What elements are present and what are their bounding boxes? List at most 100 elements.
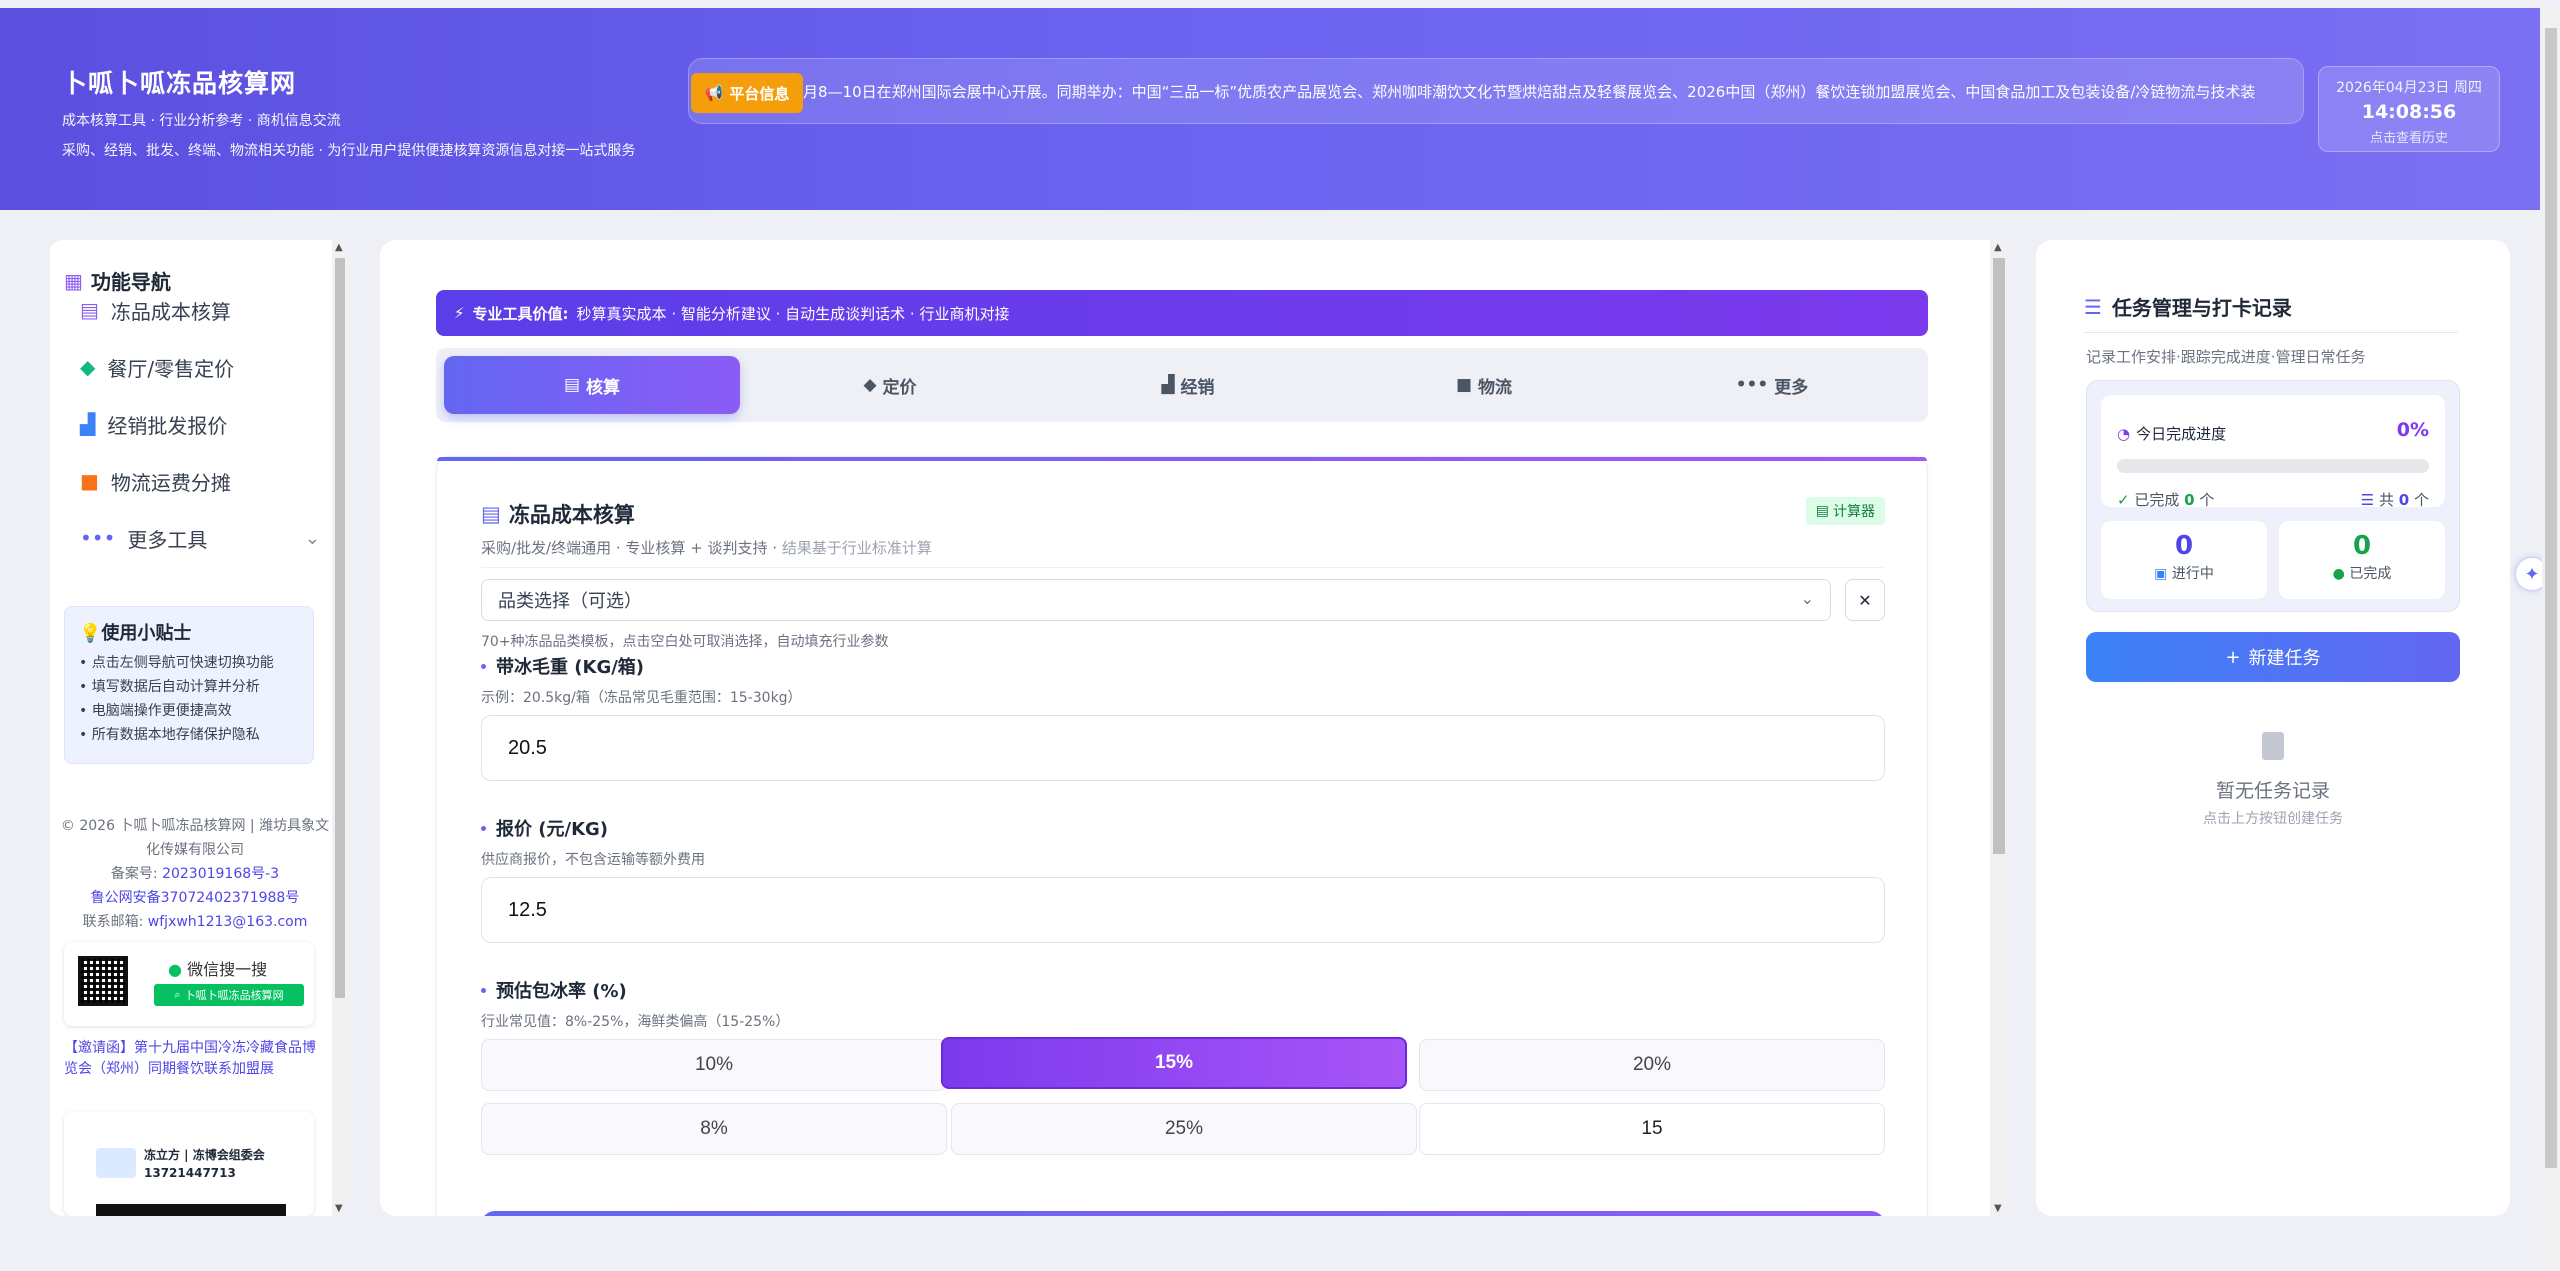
new-task-label: 新建任务 — [2248, 648, 2321, 669]
divider — [2084, 332, 2458, 333]
tab-more[interactable]: ••• 更多 — [1624, 356, 1920, 414]
ice-option-10[interactable]: 10% — [481, 1039, 947, 1091]
calculate-button[interactable] — [481, 1211, 1885, 1216]
email-link[interactable]: wfjxwh1213@163.com — [148, 914, 308, 930]
tips-title: 💡使用小贴士 — [79, 619, 299, 645]
tab-wholesale[interactable]: ▟ 经销 — [1040, 356, 1336, 414]
pie-chart-icon: ◔ — [2117, 424, 2131, 443]
scroll-up-icon[interactable]: ▲ — [335, 242, 343, 253]
ice-option-15[interactable]: 15% — [941, 1037, 1407, 1089]
ticker-badge: 📢 平台信息 — [691, 73, 803, 113]
history-link[interactable]: 点击查看历史 — [2319, 127, 2499, 146]
announcement-ticker[interactable]: 📢 平台信息 月8—10日在郑州国际会展中心开展。同期举办：中国“三品一标”优质… — [688, 58, 2304, 124]
site-title[interactable]: 卜呱卜呱冻品核算网 — [62, 64, 635, 100]
sidebar-scrollbar[interactable]: ▲ ▼ — [332, 240, 348, 1216]
sidebar-item-label: 冻品成本核算 — [110, 299, 231, 324]
tab-logistics[interactable]: ■ 物流 — [1336, 356, 1632, 414]
ticker-badge-label: 平台信息 — [729, 84, 790, 103]
close-icon: ✕ — [1858, 590, 1872, 610]
current-date: 2026年04月23日 周四 — [2336, 80, 2482, 96]
tab-label: 经销 — [1180, 377, 1215, 398]
date-box[interactable]: 2026年04月23日 周四 14:08:56 点击查看历史 — [2318, 66, 2500, 152]
sparkle-icon: ✦ — [2524, 563, 2540, 585]
task-panel-subtitle: 记录工作安排·跟踪完成进度·管理日常任务 — [2086, 348, 2366, 366]
icp-label: 备案号: — [110, 866, 158, 882]
weight-label-text: 带冰毛重 (KG/箱) — [496, 657, 645, 678]
lightbulb-icon: 💡 — [79, 623, 102, 644]
tag-icon: ◆ — [80, 355, 96, 379]
ice-option-25[interactable]: 25% — [951, 1103, 1417, 1155]
wechat-search-box[interactable]: ⌕ 卜呱卜呱冻品核算网 — [154, 984, 304, 1006]
ticker-text[interactable]: 月8—10日在郑州国际会展中心开展。同期举办：中国“三品一标”优质农产品展览会、… — [803, 81, 2255, 102]
completed-count: 0 — [2352, 531, 2372, 561]
icp-link[interactable]: 2023019168号-3 — [162, 866, 279, 882]
category-select[interactable]: 品类选择（可选） ⌄ — [481, 579, 1831, 621]
clear-category-button[interactable]: ✕ — [1845, 579, 1885, 621]
copyright: © 2026 卜呱卜呱冻品核算网 | 潍坊具象文化传媒有限公司 — [60, 818, 330, 858]
wechat-card[interactable]: ● 微信搜一搜 ⌕ 卜呱卜呱冻品核算网 — [64, 942, 314, 1026]
calculator-icon: ▤ — [1815, 503, 1829, 519]
wechat-icon: ● — [168, 960, 182, 979]
tab-pricing[interactable]: ◆ 定价 — [742, 356, 1038, 414]
main-scrollbar[interactable]: ▲ ▼ — [1990, 240, 2008, 1216]
scroll-up-icon[interactable]: ▲ — [1994, 242, 2002, 253]
price-input[interactable]: 12.5 — [481, 877, 1885, 943]
police-link[interactable]: 鲁公网安备37072402371988号 — [60, 886, 330, 910]
total-count: ☰ 共 0 个 — [2361, 489, 2429, 510]
tool-tabs: ▤ 核算 ◆ 定价 ▟ 经销 ■ 物流 ••• 更多 — [436, 348, 1928, 422]
page-scroll-thumb[interactable] — [2545, 28, 2557, 1168]
card-subtitle-main: 采购/批发/终端通用 · 专业核算 + 谈判支持 · — [481, 539, 782, 557]
icp-line: 备案号: 2023019168号-3 — [60, 862, 330, 886]
sidebar-item-label: 经销批发报价 — [107, 413, 228, 438]
scroll-down-icon[interactable]: ▼ — [1994, 1203, 2002, 1214]
sidebar: ▦ 功能导航 ▤ 冻品成本核算 ◆ 餐厅/零售定价 ▟ 经销批发报价 ■ 物流运… — [50, 240, 348, 1216]
completed-label: ● 已完成 — [2279, 563, 2445, 583]
sidebar-item-label: 餐厅/零售定价 — [107, 356, 235, 381]
completed-label-text: 已完成 — [2349, 566, 2392, 582]
ongoing-stat: 0 ▣ 进行中 — [2101, 521, 2267, 599]
ice-custom-input[interactable]: 15 — [1419, 1103, 1885, 1155]
sidebar-item-more[interactable]: ••• 更多工具 ⌄ — [80, 518, 320, 558]
value-banner: ⚡ 专业工具价值: 秒算真实成本 · 智能分析建议 · 自动生成谈判话术 · 行… — [436, 290, 1928, 336]
total-prefix: 共 — [2379, 491, 2399, 509]
done-prefix: 已完成 — [2134, 491, 2185, 509]
sidebar-item-label: 更多工具 — [127, 527, 208, 552]
new-task-button[interactable]: + 新建任务 — [2086, 632, 2460, 682]
check-icon: ✓ — [2117, 491, 2130, 509]
card-title-label: 冻品成本核算 — [508, 503, 635, 527]
sidebar-item-wholesale[interactable]: ▟ 经销批发报价 — [80, 404, 320, 444]
progress-percent: 0% — [2396, 419, 2429, 441]
sidebar-item-pricing[interactable]: ◆ 餐厅/零售定价 — [80, 347, 320, 387]
site-description: 采购、经销、批发、终端、物流相关功能 · 为行业用户提供便捷核算资源信息对接一站… — [62, 143, 636, 159]
sponsor-image — [96, 1204, 286, 1216]
tab-calc[interactable]: ▤ 核算 — [444, 356, 740, 414]
bullet-dot — [481, 663, 486, 669]
ice-option-20[interactable]: 20% — [1419, 1039, 1885, 1091]
invite-link[interactable]: 【邀请函】第十九届中国冷冻冷藏食品博览会（郑州）同期餐饮联系加盟展 — [64, 1038, 318, 1080]
email-label: 联系邮箱: — [82, 914, 144, 930]
banner-strong: 专业工具价值: — [472, 304, 569, 323]
weight-input[interactable]: 20.5 — [481, 715, 1885, 781]
main-scroll-thumb[interactable] — [1993, 258, 2005, 854]
wechat-search-text: 卜呱卜呱冻品核算网 — [184, 989, 284, 1002]
sponsor-logo — [96, 1148, 136, 1178]
sidebar-item-logistics[interactable]: ■ 物流运费分摊 — [80, 461, 320, 501]
tip-item: • 电脑端操作更便捷高效 — [79, 703, 232, 719]
progress-bar — [2117, 459, 2429, 473]
sponsor-card[interactable]: 冻立方 | 冻博会组委会 13721447713 — [64, 1112, 314, 1216]
truck-icon: ■ — [80, 469, 99, 493]
completed-stat: 0 ● 已完成 — [2279, 521, 2445, 599]
ice-option-8[interactable]: 8% — [481, 1103, 947, 1155]
boxes-icon: ▟ — [1161, 375, 1175, 395]
sidebar-item-label: 物流运费分摊 — [110, 470, 231, 495]
scroll-down-icon[interactable]: ▼ — [335, 1203, 343, 1214]
calculator-badge: ▤ 计算器 — [1805, 497, 1885, 525]
tips-title-label: 使用小贴士 — [101, 623, 192, 644]
truck-icon: ■ — [1455, 375, 1473, 395]
tab-label: 物流 — [1478, 377, 1513, 398]
sidebar-scroll-thumb[interactable] — [335, 258, 345, 998]
ellipsis-icon: ••• — [1735, 375, 1769, 395]
card-title: ▤ 冻品成本核算 — [481, 499, 635, 529]
sidebar-item-cost[interactable]: ▤ 冻品成本核算 — [80, 290, 320, 330]
page-scrollbar[interactable] — [2542, 8, 2560, 1271]
